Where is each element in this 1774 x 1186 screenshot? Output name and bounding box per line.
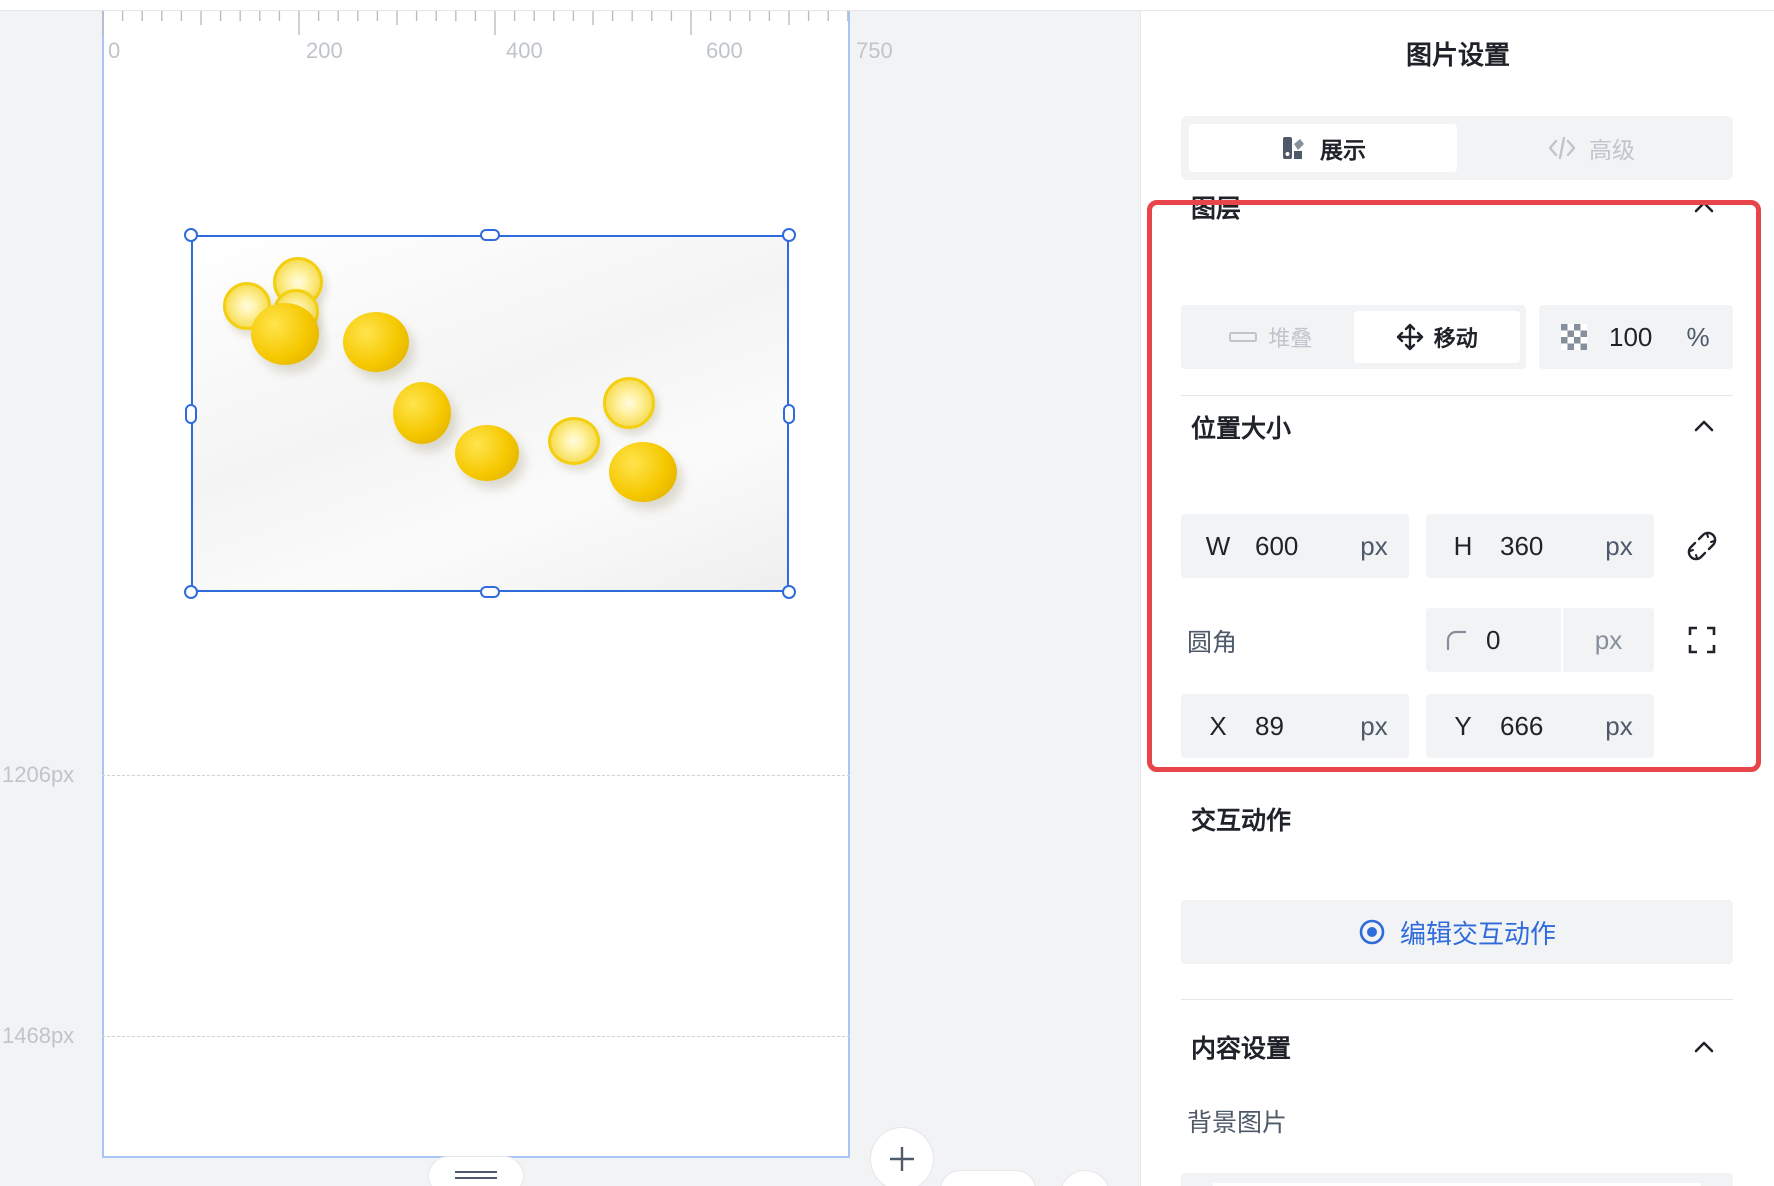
bg-image-label: 背景图片 xyxy=(1187,1108,1288,1137)
canvas-area[interactable]: 0 200 400 600 750 1206px 1468px xyxy=(0,0,1140,1186)
edit-interaction-button[interactable]: 编辑交互动作 xyxy=(1181,900,1733,964)
lemon xyxy=(393,382,451,444)
x-unit: px xyxy=(1360,710,1388,741)
width-field[interactable]: W 600 px xyxy=(1181,514,1409,578)
height-label: H xyxy=(1453,530,1473,561)
radius-field[interactable]: 0 px xyxy=(1426,608,1654,672)
width-value[interactable]: 600 xyxy=(1255,531,1339,562)
chevron-up-icon[interactable] xyxy=(1692,195,1716,219)
menu-lines-icon xyxy=(455,1171,497,1179)
tab-display[interactable]: 展示 xyxy=(1189,124,1457,172)
panel-tabs: 展示 高级 xyxy=(1181,116,1733,180)
lemon xyxy=(609,442,677,502)
mode-move[interactable]: 移动 xyxy=(1353,311,1520,363)
layer-section-title: 图层 xyxy=(1191,194,1242,223)
resize-handle-left[interactable] xyxy=(185,404,197,424)
content-section-title: 内容设置 xyxy=(1191,1034,1292,1063)
ruler-label: 400 xyxy=(506,38,543,63)
chevron-up-icon[interactable] xyxy=(1692,1035,1716,1059)
ruler-label: 750 xyxy=(856,38,893,63)
radius-value[interactable]: 0 xyxy=(1486,625,1561,656)
code-icon xyxy=(1548,136,1576,160)
radius-unit: px xyxy=(1594,624,1623,655)
lemon xyxy=(343,312,409,372)
panel-title: 图片设置 xyxy=(1405,41,1510,71)
edit-interaction-label: 编辑交互动作 xyxy=(1399,919,1556,950)
layer-mode-toggle: 堆叠 移动 xyxy=(1181,305,1526,369)
guide-label: 1206px xyxy=(2,762,75,787)
target-icon xyxy=(1359,919,1385,945)
guide-line xyxy=(102,1036,850,1037)
x-value[interactable]: 89 xyxy=(1255,711,1339,742)
y-value[interactable]: 666 xyxy=(1500,711,1584,742)
y-field[interactable]: Y 666 px xyxy=(1426,694,1654,758)
height-unit: px xyxy=(1605,530,1633,561)
tab-advanced[interactable]: 高级 xyxy=(1457,124,1725,172)
tab-display-label: 展示 xyxy=(1320,138,1366,164)
help-button[interactable] xyxy=(1060,1170,1110,1186)
ruler-label: 200 xyxy=(306,38,343,63)
expand-corners-icon[interactable] xyxy=(1687,625,1717,655)
y-label: Y xyxy=(1454,710,1472,741)
unlink-ratio-icon[interactable] xyxy=(1687,531,1717,561)
resize-handle-top[interactable] xyxy=(480,229,500,241)
lemon-half xyxy=(603,377,655,429)
divider xyxy=(1181,395,1733,396)
lemon xyxy=(455,425,519,481)
zoom-pill[interactable] xyxy=(940,1170,1036,1186)
corner-radius-icon xyxy=(1426,628,1486,652)
lemon-photo xyxy=(193,237,787,590)
bg-image-thumbnail[interactable] xyxy=(1181,1173,1733,1186)
settings-panel: 图片设置 展示 高级 图层 堆叠 移动 100 % 位置大小 W 600 px … xyxy=(1140,11,1774,1186)
opacity-value[interactable]: 100 xyxy=(1609,322,1663,353)
plus-icon xyxy=(890,1147,914,1171)
radius-label: 圆角 xyxy=(1187,628,1238,657)
resize-handle-top-right[interactable] xyxy=(782,228,796,242)
ruler-ticks xyxy=(102,11,849,35)
mode-stack[interactable]: 堆叠 xyxy=(1187,311,1354,363)
guide-label: 1468px xyxy=(2,1023,75,1048)
divider xyxy=(1181,999,1733,1000)
height-value[interactable]: 360 xyxy=(1500,531,1584,562)
guide-line xyxy=(102,775,850,776)
horizontal-ruler xyxy=(102,11,850,35)
selected-image[interactable] xyxy=(191,235,789,592)
width-label: W xyxy=(1205,530,1231,561)
stack-icon xyxy=(1229,332,1258,342)
move-icon xyxy=(1396,323,1423,351)
lemon xyxy=(251,303,319,365)
resize-handle-top-left[interactable] xyxy=(184,228,198,242)
tab-advanced-label: 高级 xyxy=(1589,138,1635,164)
x-label: X xyxy=(1209,710,1227,741)
lemon-half xyxy=(548,417,600,465)
height-field[interactable]: H 360 px xyxy=(1426,514,1654,578)
ruler-label: 600 xyxy=(706,38,743,63)
resize-handle-bottom-left[interactable] xyxy=(184,585,198,599)
y-unit: px xyxy=(1605,710,1633,741)
chevron-up-icon[interactable] xyxy=(1692,414,1716,438)
x-field[interactable]: X 89 px xyxy=(1181,694,1409,758)
opacity-field[interactable]: 100 % xyxy=(1539,305,1733,369)
drag-handle[interactable] xyxy=(428,1156,524,1186)
palette-icon xyxy=(1283,137,1304,159)
opacity-unit: % xyxy=(1686,321,1710,352)
mode-move-label: 移动 xyxy=(1433,327,1478,352)
top-bar xyxy=(0,0,1774,11)
resize-handle-right[interactable] xyxy=(783,404,795,424)
transparency-icon xyxy=(1539,324,1609,350)
add-button[interactable] xyxy=(870,1127,934,1186)
ruler-label: 0 xyxy=(108,38,121,63)
resize-handle-bottom[interactable] xyxy=(480,586,500,598)
interaction-section-title: 交互动作 xyxy=(1191,806,1292,835)
position-section-title: 位置大小 xyxy=(1191,414,1292,443)
resize-handle-bottom-right[interactable] xyxy=(782,585,796,599)
mode-stack-label: 堆叠 xyxy=(1268,327,1313,352)
width-unit: px xyxy=(1360,530,1388,561)
